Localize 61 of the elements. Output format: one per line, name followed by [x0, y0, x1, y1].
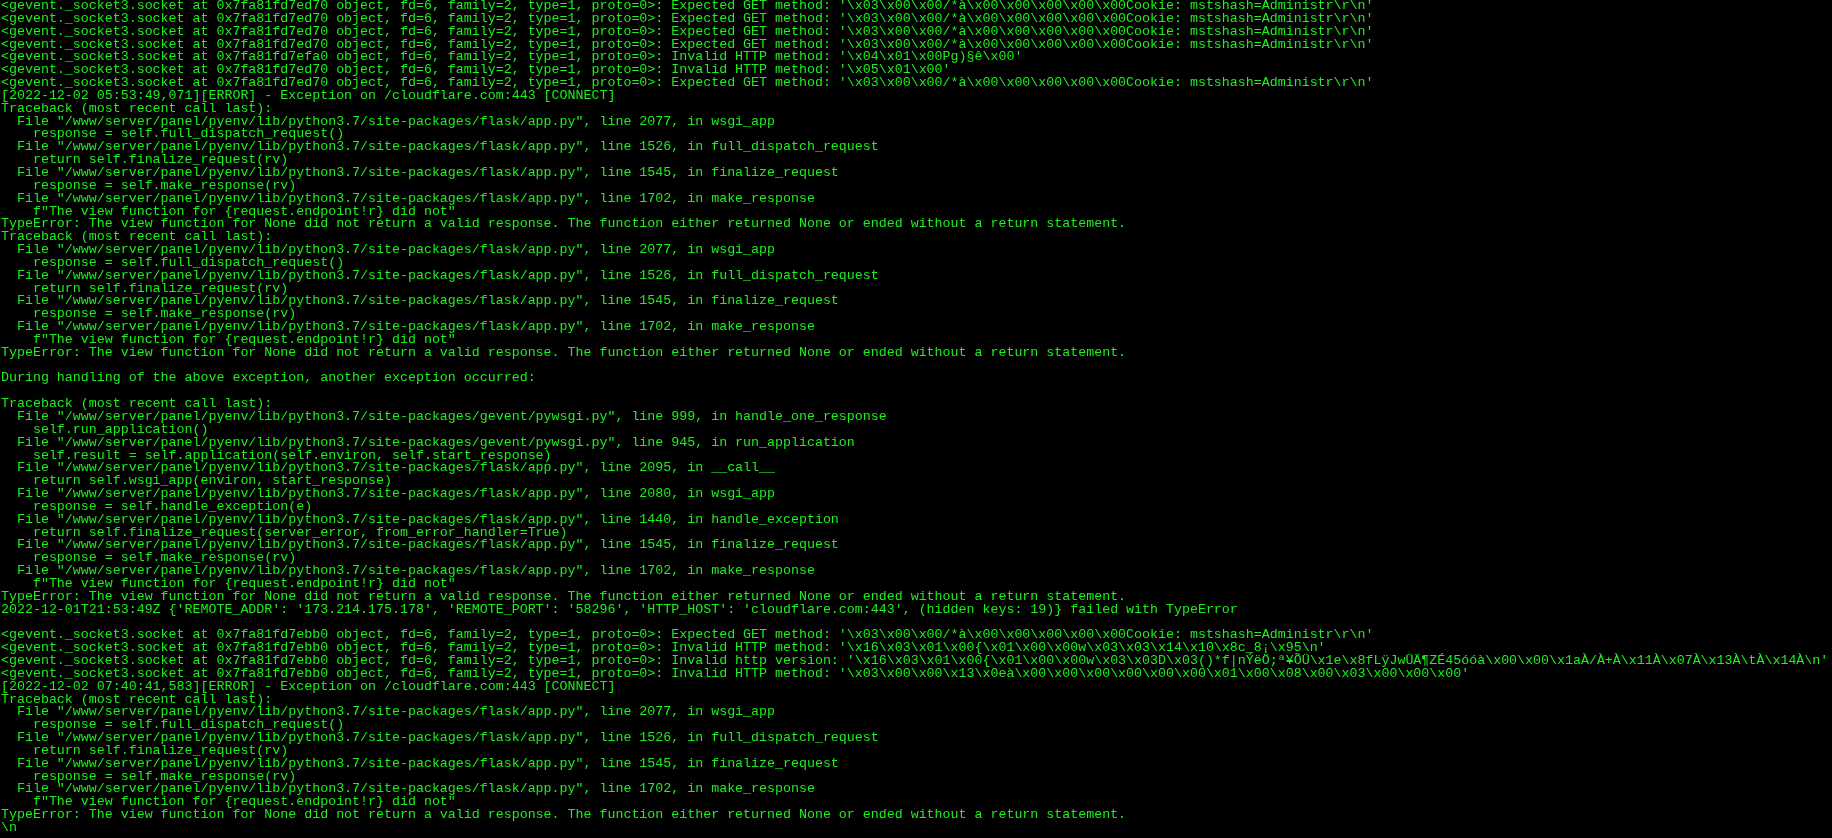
log-line: File "/www/server/panel/pyenv/lib/python3.7/site-packages/flask/app.py", line 1702, in make_response: [15, 192, 816, 206]
log-line: File "/www/server/panel/pyenv/lib/python3.7/site-packages/flask/app.py", line 1545, in finalize_request: [15, 757, 840, 771]
log-line: response = self.full_dispatch_request(): [31, 256, 345, 270]
log-line: File "/www/server/panel/pyenv/lib/python3.7/site-packages/flask/app.py", line 2077, in wsgi_app: [15, 115, 776, 129]
log-line: File "/www/server/panel/pyenv/lib/python3.7/site-packages/flask/app.py", line 2080, in wsgi_app: [15, 488, 776, 501]
log-line: response = self.make_response(rv): [31, 179, 297, 193]
log-line: self.result = self.application(self.environ, self.start_response): [32, 449, 552, 463]
log-line: <gevent._socket3.socket at 0x7fa81fd7ed70 object, fd=6, family=2, type=1, proto=0>: Invalid HTTP method: '\x05\x01\x00': [1, 64, 951, 78]
log-line: return self.finalize_request(rv): [32, 154, 289, 167]
log-line: File "/www/server/panel/pyenv/lib/python3.7/site-packages/flask/app.py", line 1526, in full_dispatch_request: [15, 732, 880, 745]
log-line: <gevent._socket3.socket at 0x7fa81fd7ed70 object, fd=6, family=2, type=1, proto=0>: Expected GET method: '\x03\x00\x00/*à\x00\x00\x00\x00\x00Cookie: mstshash=Administr\r\n': [1, 38, 1375, 52]
log-line: TypeError: The view function for None did not return a valid response. The function either returned None or ended without a return statement.: [1, 346, 1128, 360]
log-line: return self.finalize_request(server_error, from_error_handler=True): [32, 526, 568, 540]
log-line: f"The view function for {request.endpoint!r} did not": [32, 205, 456, 219]
log-line: Traceback (most recent call last):: [1, 102, 274, 116]
log-line: File "/www/server/panel/pyenv/lib/python3.7/site-packages/flask/app.py", line 1545, in finalize_request: [15, 295, 840, 309]
log-line: <gevent._socket3.socket at 0x7fa81fd7ebb0 object, fd=6, family=2, type=1, proto=0>: Invalid HTTP method: '\x03\x00\x00\x13\x0eà\x00\x00\x00\x00\x00\x00\x01\x00\x08\x00\x03\x00\x00\x00': [1, 667, 1470, 681]
log-line: <gevent._socket3.socket at 0x7fa81fd7ebb0 object, fd=6, family=2, type=1, proto=0>: Invalid http version: '\x16\x03\x01\x00{\x01\x00\x00w\x03\x03D\x03()*f|nÝëÖ;ª¥ÕÜ\x1e\x8fLÿJwÜÄ¶ZÉ45óóà\x00\x00\x1aÀ/À+À\x11À\x07À\x13À\tÀ\x14À\n': [1, 655, 1830, 668]
log-line: Traceback (most recent call last):: [1, 398, 273, 411]
log-line: Traceback (most recent call last):: [1, 231, 273, 245]
log-line: <gevent._socket3.socket at 0x7fa81fd7efa0 object, fd=6, family=2, type=1, proto=0>: Invalid HTTP method: '\x04\x01\x00Pg)§ê\x00': [1, 51, 1024, 65]
log-line: File "/www/server/panel/pyenv/lib/python3.7/site-packages/flask/app.py", line 1526, in full_dispatch_request: [15, 269, 880, 283]
log-line: File "/www/server/panel/pyenv/lib/python3.7/site-packages/flask/app.py", line 1526, in full_dispatch_request: [15, 141, 880, 155]
log-line: File "/www/server/panel/pyenv/lib/python3.7/site-packages/flask/app.py", line 2077, in wsgi_app: [15, 706, 776, 720]
log-line: TypeError: The view function for None did not return a valid response. The function either returned None or ended without a return statement.: [1, 218, 1128, 232]
log-line: File "/www/server/panel/pyenv/lib/python3.7/site-packages/flask/app.py", line 1702, in make_response: [15, 321, 816, 334]
log-line: response = self.full_dispatch_request(): [32, 128, 345, 142]
log-line: \n: [1, 822, 17, 835]
log-line: f"The view function for {request.endpoint!r} did not": [31, 577, 456, 591]
log-line: File "/www/server/panel/pyenv/lib/python3.7/site-packages/flask/app.py", line 2095, in __call__: [15, 462, 776, 476]
log-line: <gevent._socket3.socket at 0x7fa81fd7ed70 object, fd=6, family=2, type=1, proto=0>: Expected GET method: '\x03\x00\x00/*à\x00\x00\x00\x00\x00Cookie: mstshash=Administr\r\n': [1, 12, 1375, 26]
log-line: 2022-12-01T21:53:49Z {'REMOTE_ADDR': '173.214.175.178', 'REMOTE_PORT': '58296', 'HTTP_HOST': 'cloudflare.com:443', (hidden keys: 19)} failed with TypeError: [1, 603, 1239, 617]
log-line: TypeError: The view function for None did not return a valid response. The function either returned None or ended without a return statement.: [1, 809, 1128, 822]
log-line: return self.finalize_request(rv): [31, 744, 289, 758]
log-line: File "/www/server/panel/pyenv/lib/python3.7/site-packages/flask/app.py", line 1545, in finalize_request: [15, 166, 840, 180]
log-line: response = self.full_dispatch_request(): [32, 719, 345, 733]
log-line: File "/www/server/panel/pyenv/lib/python3.7/site-packages/gevent/pywsgi.py", line 999, in handle_one_response: [15, 411, 888, 424]
log-line: f"The view function for {request.endpoint!r} did not": [31, 333, 456, 347]
log-line: File "/www/server/panel/pyenv/lib/python3.7/site-packages/flask/app.py", line 1702, in make_response: [15, 783, 816, 797]
log-line: response = self.make_response(rv): [32, 308, 297, 322]
log-line: Traceback (most recent call last):: [1, 693, 273, 707]
log-line: File "/www/server/panel/pyenv/lib/python3.7/site-packages/flask/app.py", line 1545, in finalize_request: [15, 539, 840, 553]
log-line: [2022-12-02 05:53:49,071][ERROR] - Exception on /cloudflare.com:443 [CONNECT]: [1, 89, 616, 103]
log-line: self.run_application(): [31, 423, 209, 437]
log-line: <gevent._socket3.socket at 0x7fa81fd7ed70 object, fd=6, family=2, type=1, proto=0>: Expected GET method: '\x03\x00\x00/*à\x00\x00\x00\x00\x00Cookie: mstshash=Administr\r\n': [1, 25, 1375, 39]
log-line: File "/www/server/panel/pyenv/lib/python3.7/site-packages/gevent/pywsgi.py", line 945, in run_application: [15, 436, 856, 450]
log-line: File "/www/server/panel/pyenv/lib/python3.7/site-packages/flask/app.py", line 1702, in make_response: [15, 565, 816, 578]
log-line: return self.finalize_request(rv): [32, 282, 289, 296]
log-line: response = self.make_response(rv): [32, 770, 297, 784]
log-line: <gevent._socket3.socket at 0x7fa81fd7ebb0 object, fd=6, family=2, type=1, proto=0>: Expected GET method: '\x03\x00\x00/*à\x00\x00\x00\x00\x00Cookie: mstshash=Administr\r\n': [1, 629, 1375, 643]
log-line: During handling of the above exception, another exception occurred:: [1, 372, 537, 386]
log-line: f"The view function for {request.endpoint!r} did not": [32, 796, 456, 810]
log-line: File "/www/server/panel/pyenv/lib/python3.7/site-packages/flask/app.py", line 1440, in handle_exception: [15, 513, 840, 527]
log-line: response = self.make_response(rv): [32, 552, 297, 566]
log-line: File "/www/server/panel/pyenv/lib/python3.7/site-packages/flask/app.py", line 2077, in wsgi_app: [15, 244, 776, 257]
log-line: response = self.handle_exception(e): [31, 500, 313, 514]
log-line: TypeError: The view function for None did not return a valid response. The function either returned None or ended without a return statement.: [1, 590, 1128, 604]
log-line: <gevent._socket3.socket at 0x7fa81fd7ed70 object, fd=6, family=2, type=1, proto=0>: Expected GET method: '\x03\x00\x00/*à\x00\x00\x00\x00\x00Cookie: mstshash=Administr\r\n': [1, 77, 1375, 90]
log-line: <gevent._socket3.socket at 0x7fa81fd7ed70 object, fd=6, family=2, type=1, proto=0>: Expected GET method: '\x03\x00\x00/*à\x00\x00\x00\x00\x00Cookie: mstshash=Administr\r\n': [1, 0, 1375, 13]
log-line: [2022-12-02 07:40:41,583][ERROR] - Exception on /cloudflare.com:443 [CONNECT]: [1, 680, 616, 694]
log-line: return self.wsgi_app(environ, start_response): [32, 475, 392, 489]
